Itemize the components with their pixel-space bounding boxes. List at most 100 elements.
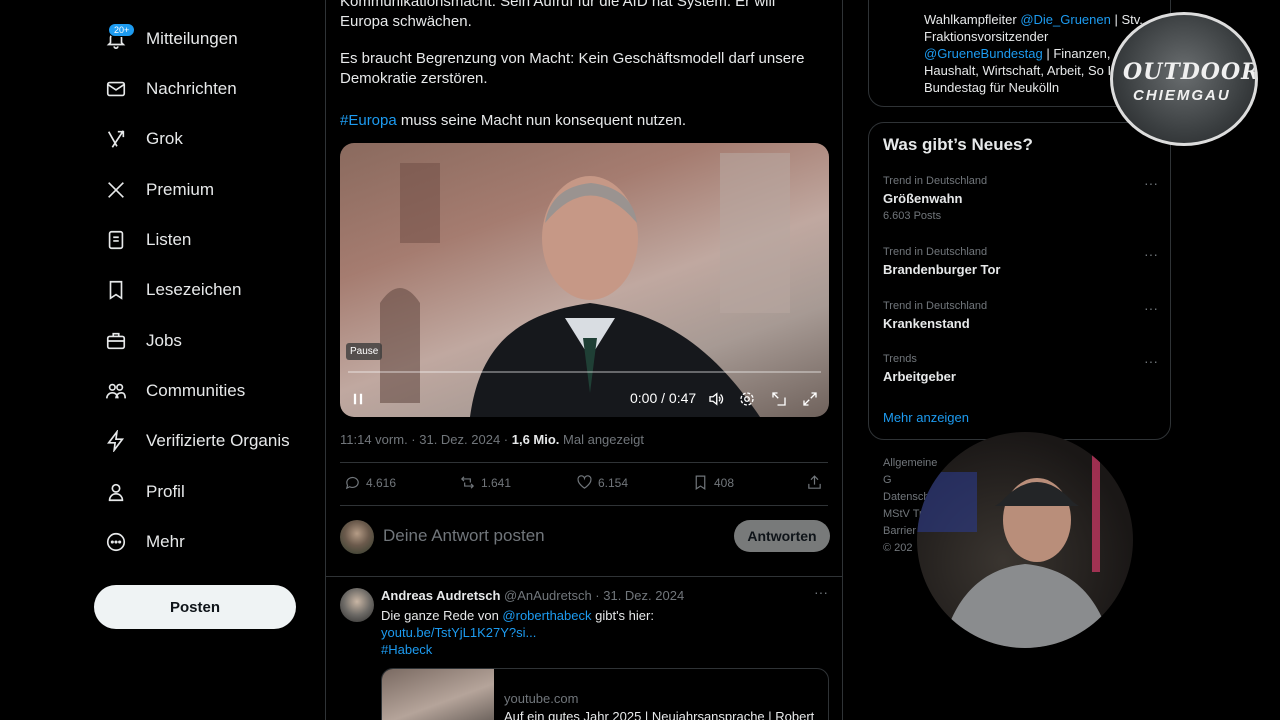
screen: 20+ Mitteilungen Nachrichten Grok Premiu… (0, 0, 1280, 720)
share-action[interactable] (806, 474, 823, 491)
divider (326, 576, 842, 577)
logo-text: OUTDOOR (1123, 59, 1258, 85)
post-button[interactable]: Posten (94, 585, 296, 629)
reply-button[interactable]: Antworten (734, 520, 830, 552)
hashtag-link[interactable]: #Europa (340, 112, 397, 129)
like-action[interactable]: 6.154 (576, 474, 628, 491)
trend-more-button[interactable]: ··· (1144, 175, 1158, 191)
card-domain: youtube.com (504, 691, 579, 706)
url-link[interactable]: youtu.be/TstYjL1K27Y?si... (381, 624, 821, 641)
nav-notifications[interactable]: 20+ Mitteilungen (104, 19, 238, 59)
trends-panel: Was gibt’s Neues? Trend in Deutschland G… (868, 122, 1171, 440)
trend-item[interactable]: Trends Arbeitgeber ··· (883, 353, 1158, 384)
nav-messages[interactable]: Nachrichten (104, 69, 237, 109)
reply-action[interactable]: 4.616 (344, 474, 396, 491)
card-thumbnail (382, 669, 494, 720)
more-options-button[interactable]: ··· (814, 584, 828, 600)
main-timeline: Kommunikationsmacht. Sein Aufruf für die… (325, 0, 843, 720)
nav-label: Mitteilungen (146, 29, 238, 48)
mention-link[interactable]: @roberthabeck (502, 608, 591, 623)
nav-premium[interactable]: Premium (104, 170, 214, 210)
people-icon (104, 379, 128, 403)
bookmark-action[interactable]: 408 (692, 474, 734, 491)
trend-more-button[interactable]: ··· (1144, 300, 1158, 316)
nav-label: Profil (146, 482, 185, 501)
trend-more-button[interactable]: ··· (1144, 353, 1158, 369)
channel-logo: OUTDOOR CHIEMGAU (1110, 12, 1258, 146)
tweet-text-top: Kommunikationsmacht. Sein Aufruf für die… (340, 0, 820, 32)
nav-label: Lesezeichen (146, 280, 242, 299)
logo-text: CHIEMGAU (1133, 87, 1231, 104)
nav-label: Jobs (146, 331, 182, 350)
picture-in-picture-icon (772, 392, 786, 406)
pip-button[interactable] (769, 389, 789, 409)
webcam-image (917, 452, 1112, 648)
briefcase-icon (104, 329, 128, 353)
volume-button[interactable] (706, 389, 726, 409)
bookmark-icon (695, 475, 706, 491)
nav-more[interactable]: Mehr (104, 522, 185, 562)
reply-input[interactable]: Deine Antwort posten (383, 526, 545, 546)
view-label: Mal angezeigt (559, 432, 644, 447)
fullscreen-button[interactable] (800, 389, 820, 409)
webcam-overlay (917, 432, 1133, 648)
trend-item[interactable]: Trend in Deutschland Größenwahn 6.603 Po… (883, 175, 1158, 222)
nav-profile[interactable]: Profil (104, 472, 185, 512)
repost-action[interactable]: 1.641 (459, 474, 511, 491)
settings-button[interactable] (737, 389, 757, 409)
trend-more-button[interactable]: ··· (1144, 246, 1158, 262)
nav-jobs[interactable]: Jobs (104, 321, 182, 361)
nav-grok[interactable]: Grok (104, 119, 183, 159)
tweet-header: Andreas Audretsch @AnAudretsch · 31. Dez… (381, 588, 684, 603)
nav-label: Listen (146, 230, 192, 249)
tweet-text: Die ganze Rede von (381, 608, 503, 623)
divider (340, 505, 828, 506)
tweet-paragraph: #Europa muss seine Macht nun konsequent … (340, 111, 820, 131)
trend-item[interactable]: Trend in Deutschland Krankenstand ··· (883, 300, 1158, 331)
video-player[interactable]: Pause 0:00 / 0:47 (340, 143, 829, 417)
show-more-link[interactable]: Mehr anzeigen (883, 410, 969, 425)
video-progress-bar[interactable] (348, 371, 821, 373)
pause-tooltip: Pause (346, 343, 383, 360)
volume-icon (709, 392, 724, 406)
bookmark-count: 408 (714, 475, 735, 490)
tweet-text: gibt's hier: (591, 608, 654, 623)
mention-link[interactable]: @GrueneBundestag (924, 46, 1043, 61)
like-count: 6.154 (598, 475, 629, 490)
pause-button[interactable] (348, 389, 368, 409)
avatar[interactable] (340, 588, 374, 622)
repost-icon (460, 476, 475, 489)
heart-icon (577, 475, 592, 489)
share-icon (808, 475, 821, 489)
nav-communities[interactable]: Communities (104, 371, 245, 411)
mail-icon (104, 77, 128, 101)
notification-badge: 20+ (108, 23, 136, 37)
view-count: 1,6 Mio. (511, 432, 560, 447)
trend-context: Trend in Deutschland (883, 175, 988, 187)
nav-verified-orgs[interactable]: Verifizierte Organis (104, 421, 290, 461)
mention-link[interactable]: @Die_Gruenen (1020, 12, 1111, 27)
nav-bookmarks[interactable]: Lesezeichen (104, 270, 241, 310)
nav-label: Verifizierte Organis (146, 431, 290, 450)
author-handle: @AnAudretsch · 31. Dez. 2024 (500, 588, 685, 603)
repost-count: 1.641 (481, 475, 512, 490)
nav-label: Premium (146, 180, 215, 199)
tweet-paragraph: Es braucht Begrenzung von Macht: Kein Ge… (340, 50, 805, 87)
trends-title: Was gibt’s Neues? (883, 135, 1033, 154)
trend-name: Krankenstand (883, 316, 970, 331)
nav-lists[interactable]: Listen (104, 220, 191, 260)
trend-item[interactable]: Trend in Deutschland Brandenburger Tor ·… (883, 246, 1158, 277)
video-controls: 0:00 / 0:47 (340, 385, 829, 413)
gear-icon (740, 392, 754, 406)
hashtag-link[interactable]: #Habeck (381, 641, 821, 658)
trend-name: Arbeitgeber (883, 369, 956, 384)
fullscreen-icon (803, 392, 817, 406)
tweet-timestamp[interactable]: 11:14 vorm. · 31. Dez. 2024 · (340, 432, 512, 447)
author-name[interactable]: Andreas Audretsch (381, 588, 500, 603)
link-card[interactable]: youtube.com Auf ein gutes Jahr 2025 | Ne… (381, 668, 829, 720)
tweet-body: Die ganze Rede von @roberthabeck gibt's … (381, 607, 821, 658)
bell-icon: 20+ (104, 23, 136, 51)
trend-name: Brandenburger Tor (883, 262, 1001, 277)
comment-icon (345, 476, 359, 490)
avatar[interactable] (340, 520, 374, 554)
